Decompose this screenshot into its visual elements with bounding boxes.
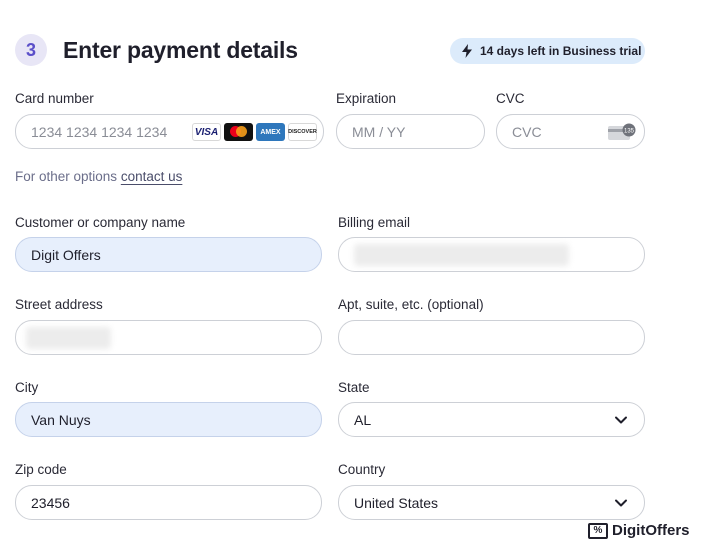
company-name-value: Digit Offers <box>31 246 101 263</box>
other-options-prefix: For other options <box>15 169 121 184</box>
mastercard-icon <box>224 123 253 141</box>
company-name-input[interactable]: Digit Offers <box>15 237 322 272</box>
expiration-input[interactable]: MM / YY <box>336 114 485 149</box>
cvc-icon-digits: 135 <box>624 129 635 135</box>
apt-input[interactable] <box>338 320 645 355</box>
company-name-label: Customer or company name <box>15 215 186 230</box>
watermark: % DigitOffers <box>588 522 690 539</box>
chevron-down-icon <box>615 416 627 424</box>
street-address-input[interactable] <box>15 320 322 355</box>
street-address-label: Street address <box>15 297 103 312</box>
billing-email-label: Billing email <box>338 215 411 230</box>
expiration-label: Expiration <box>336 91 397 106</box>
cvc-card-icon: 135 <box>608 123 636 140</box>
country-select[interactable]: United States <box>338 485 645 520</box>
expiration-placeholder: MM / YY <box>352 123 406 140</box>
state-select[interactable]: AL <box>338 402 645 437</box>
step-number-badge: 3 <box>15 34 47 66</box>
other-options-text: For other options contact us <box>15 169 182 184</box>
cvc-label: CVC <box>496 91 525 106</box>
country-label: Country <box>338 462 386 477</box>
amex-icon: AMEX <box>256 123 285 141</box>
trial-badge: 14 days left in Business trial <box>450 38 645 64</box>
watermark-text: DigitOffers <box>612 522 690 539</box>
page-title: Enter payment details <box>63 37 298 63</box>
zip-code-value: 23456 <box>31 494 70 511</box>
trial-badge-text: 14 days left in Business trial <box>480 44 642 58</box>
discover-icon: DISCOVER <box>288 123 317 141</box>
city-value: Van Nuys <box>31 411 91 428</box>
card-number-label: Card number <box>15 91 94 106</box>
billing-email-input[interactable] <box>338 237 645 272</box>
contact-us-link[interactable]: contact us <box>121 169 183 184</box>
state-value: AL <box>354 411 372 428</box>
cvc-input[interactable]: CVC 135 <box>496 114 645 149</box>
visa-icon: VISA <box>192 123 221 141</box>
city-label: City <box>15 380 39 395</box>
apt-label: Apt, suite, etc. (optional) <box>338 297 484 312</box>
percent-tag-icon: % <box>588 522 608 539</box>
card-number-placeholder: 1234 1234 1234 1234 <box>31 123 168 140</box>
redacted-street <box>26 327 111 349</box>
state-label: State <box>338 380 370 395</box>
lightning-icon <box>462 44 472 58</box>
card-brands: VISA AMEX DISCOVER <box>192 123 317 141</box>
city-input[interactable]: Van Nuys <box>15 402 322 437</box>
zip-code-label: Zip code <box>15 462 67 477</box>
card-number-input[interactable]: 1234 1234 1234 1234 VISA AMEX DISCOVER <box>15 114 324 149</box>
zip-code-input[interactable]: 23456 <box>15 485 322 520</box>
cvc-placeholder: CVC <box>512 123 542 140</box>
redacted-email <box>354 244 569 266</box>
chevron-down-icon <box>615 499 627 507</box>
country-value: United States <box>354 494 439 511</box>
